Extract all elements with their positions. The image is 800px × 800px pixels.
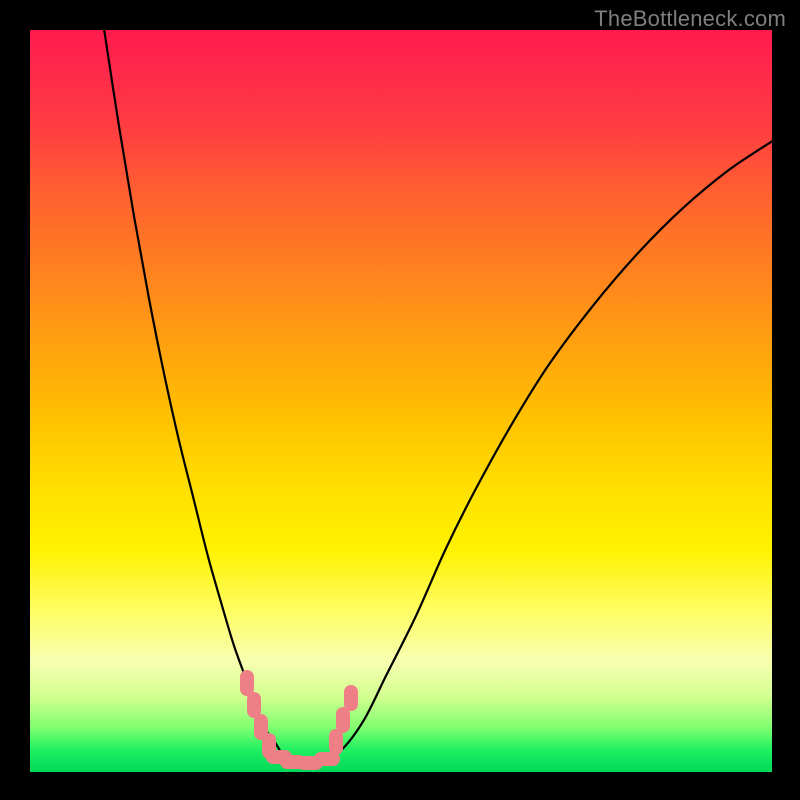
bottleneck-curve <box>30 30 772 772</box>
highlight-marker <box>344 685 358 711</box>
chart-frame: TheBottleneck.com <box>0 0 800 800</box>
watermark-text: TheBottleneck.com <box>594 6 786 32</box>
highlight-marker <box>336 707 350 733</box>
highlight-marker <box>329 729 343 755</box>
plot-area <box>30 30 772 772</box>
